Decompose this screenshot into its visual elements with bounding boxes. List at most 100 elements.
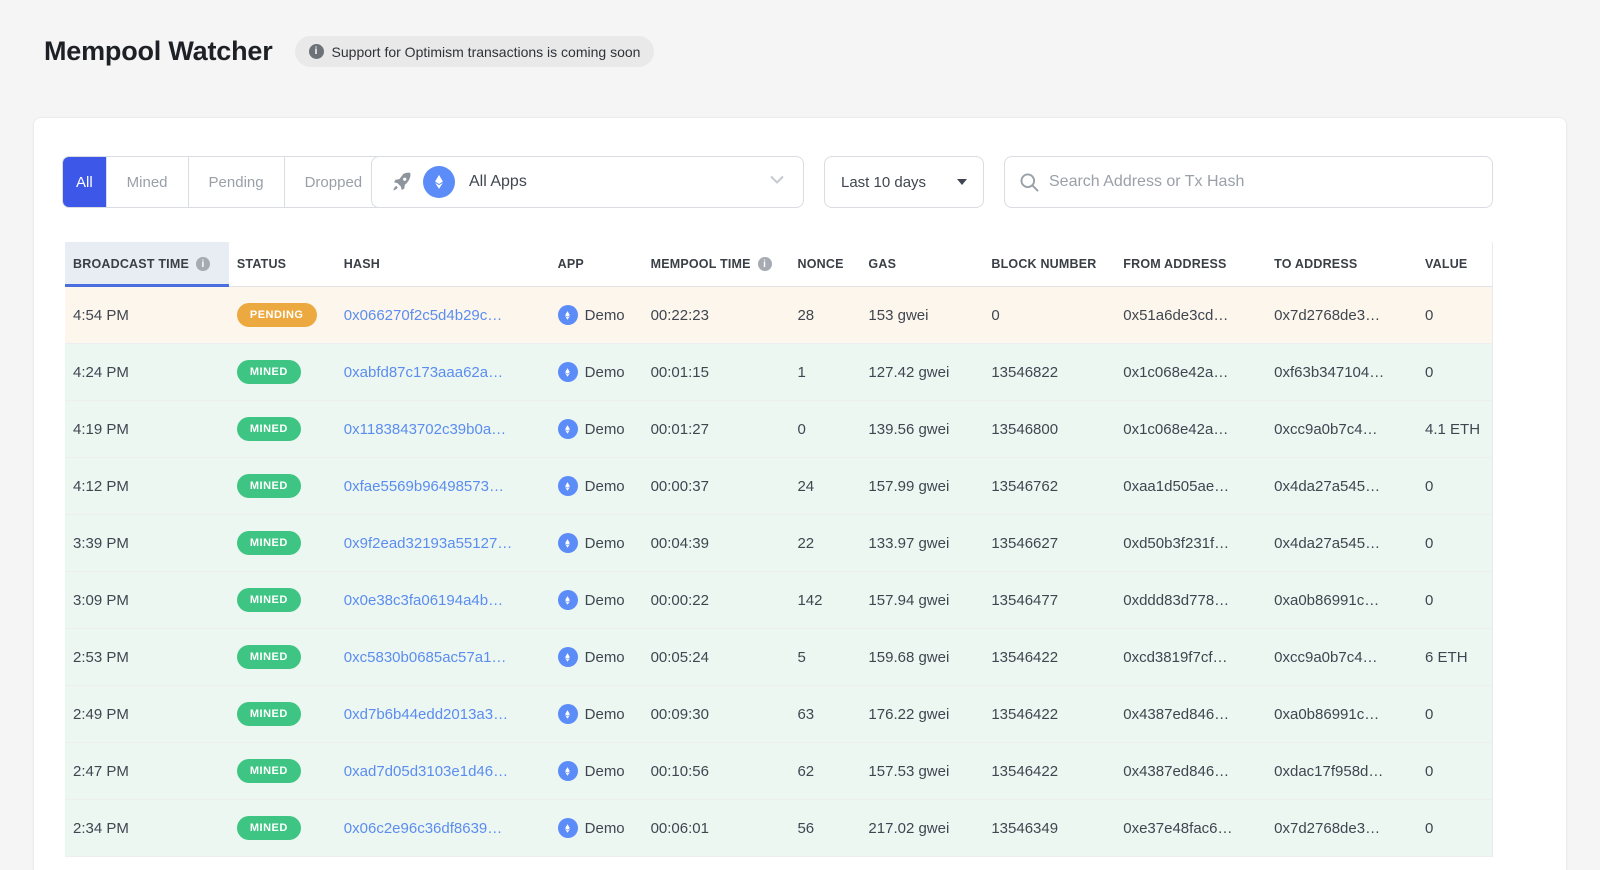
info-icon: i: [758, 257, 772, 271]
app-selector-dropdown[interactable]: All Apps: [371, 156, 804, 208]
app-cell: Demo: [550, 572, 643, 628]
to-address-cell: 0xa0b86991c…: [1266, 572, 1417, 628]
app-name: Demo: [585, 649, 625, 666]
col-header-value[interactable]: VALUE: [1417, 242, 1492, 286]
col-header-to-address[interactable]: TO ADDRESS: [1266, 242, 1417, 286]
app-name: Demo: [585, 820, 625, 837]
app-cell: Demo: [550, 686, 643, 742]
filter-tab-mined[interactable]: Mined: [106, 157, 188, 207]
mempool-time-cell: 00:01:15: [643, 344, 790, 400]
notice-text: Support for Optimism transactions is com…: [332, 44, 641, 60]
col-header-gas[interactable]: GAS: [860, 242, 983, 286]
broadcast-time-cell: 2:34 PM: [65, 800, 229, 856]
to-address-cell: 0x7d2768de3…: [1266, 800, 1417, 856]
block-number-cell: 13546822: [983, 344, 1115, 400]
from-address-cell: 0x4387ed846…: [1115, 686, 1266, 742]
tx-hash-link[interactable]: 0xad7d05d3103e1d46…: [344, 763, 508, 780]
tx-hash-link[interactable]: 0x06c2e96c36df8639…: [344, 820, 502, 837]
app-cell: Demo: [550, 401, 643, 457]
table-row: 2:47 PM MINED 0xad7d05d3103e1d46… Demo 0…: [65, 743, 1492, 800]
tx-hash-link[interactable]: 0xc5830b0685ac57a1…: [344, 649, 507, 666]
value-cell: 6 ETH: [1417, 629, 1492, 685]
mempool-time-cell: 00:01:27: [643, 401, 790, 457]
to-address-cell: 0x7d2768de3…: [1266, 287, 1417, 343]
broadcast-time-cell: 4:19 PM: [65, 401, 229, 457]
table-row: 4:24 PM MINED 0xabfd87c173aaa62a… Demo 0…: [65, 344, 1492, 401]
tx-hash-link[interactable]: 0xabfd87c173aaa62a…: [344, 364, 503, 381]
col-header-broadcast-time[interactable]: BROADCAST TIME i: [65, 242, 229, 286]
filter-tab-dropped[interactable]: Dropped: [284, 157, 383, 207]
col-header-hash[interactable]: HASH: [336, 242, 550, 286]
gas-cell: 217.02 gwei: [860, 800, 983, 856]
app-cell: Demo: [550, 515, 643, 571]
col-header-app[interactable]: APP: [550, 242, 643, 286]
value-cell: 4.1 ETH: [1417, 401, 1492, 457]
date-range-label: Last 10 days: [841, 174, 926, 191]
search-bar: [1004, 156, 1493, 208]
page-header: Mempool Watcher i Support for Optimism t…: [44, 36, 654, 67]
hash-cell: 0x06c2e96c36df8639…: [336, 800, 550, 856]
col-header-status[interactable]: STATUS: [229, 242, 336, 286]
caret-down-icon: [957, 179, 967, 185]
col-header-mempool-time[interactable]: MEMPOOL TIME i: [643, 242, 790, 286]
app-cell: Demo: [550, 629, 643, 685]
nonce-cell: 142: [789, 572, 860, 628]
value-cell: 0: [1417, 287, 1492, 343]
broadcast-time-cell: 3:39 PM: [65, 515, 229, 571]
block-number-cell: 13546422: [983, 629, 1115, 685]
status-cell: MINED: [229, 401, 336, 457]
from-address-cell: 0x1c068e42a…: [1115, 401, 1266, 457]
table-row: 4:12 PM MINED 0xfae5569b96498573… Demo 0…: [65, 458, 1492, 515]
hash-cell: 0x1183843702c39b0a…: [336, 401, 550, 457]
hash-cell: 0xabfd87c173aaa62a…: [336, 344, 550, 400]
filter-tab-pending[interactable]: Pending: [188, 157, 284, 207]
mempool-card: All Mined Pending Dropped All Apps: [33, 117, 1567, 870]
transactions-table: BROADCAST TIME i STATUS HASH APP MEMPOOL…: [65, 242, 1493, 857]
app-cell: Demo: [550, 287, 643, 343]
value-cell: 0: [1417, 572, 1492, 628]
mempool-time-cell: 00:09:30: [643, 686, 790, 742]
app-cell: Demo: [550, 458, 643, 514]
status-cell: MINED: [229, 458, 336, 514]
broadcast-time-cell: 4:24 PM: [65, 344, 229, 400]
eth-icon: [558, 704, 578, 724]
status-badge: MINED: [237, 759, 301, 783]
rocket-icon: [390, 171, 413, 194]
page-title: Mempool Watcher: [44, 36, 273, 67]
tx-hash-link[interactable]: 0xd7b6b44edd2013a3…: [344, 706, 508, 723]
app-name: Demo: [585, 535, 625, 552]
hash-cell: 0xfae5569b96498573…: [336, 458, 550, 514]
broadcast-time-cell: 2:47 PM: [65, 743, 229, 799]
mempool-time-cell: 00:06:01: [643, 800, 790, 856]
gas-cell: 153 gwei: [860, 287, 983, 343]
col-header-nonce[interactable]: NONCE: [789, 242, 860, 286]
col-header-block-number[interactable]: BLOCK NUMBER: [983, 242, 1115, 286]
eth-icon: [558, 590, 578, 610]
table-row: 2:49 PM MINED 0xd7b6b44edd2013a3… Demo 0…: [65, 686, 1492, 743]
status-badge: MINED: [237, 360, 301, 384]
status-badge: MINED: [237, 816, 301, 840]
tx-hash-link[interactable]: 0x0e38c3fa06194a4b…: [344, 592, 503, 609]
eth-icon: [558, 476, 578, 496]
tx-hash-link[interactable]: 0x066270f2c5d4b29c…: [344, 307, 502, 324]
status-cell: MINED: [229, 572, 336, 628]
search-input[interactable]: [1049, 173, 1478, 191]
mempool-time-cell: 00:22:23: [643, 287, 790, 343]
value-cell: 0: [1417, 458, 1492, 514]
col-header-from-address[interactable]: FROM ADDRESS: [1115, 242, 1266, 286]
tx-hash-link[interactable]: 0x9f2ead32193a55127…: [344, 535, 513, 552]
hash-cell: 0x0e38c3fa06194a4b…: [336, 572, 550, 628]
tx-hash-link[interactable]: 0xfae5569b96498573…: [344, 478, 504, 495]
app-name: Demo: [585, 307, 625, 324]
block-number-cell: 13546762: [983, 458, 1115, 514]
value-cell: 0: [1417, 686, 1492, 742]
tx-hash-link[interactable]: 0x1183843702c39b0a…: [344, 421, 506, 438]
date-range-dropdown[interactable]: Last 10 days: [824, 156, 984, 208]
filter-tab-all[interactable]: All: [63, 157, 106, 207]
from-address-cell: 0x1c068e42a…: [1115, 344, 1266, 400]
status-badge: MINED: [237, 474, 301, 498]
block-number-cell: 13546800: [983, 401, 1115, 457]
status-cell: MINED: [229, 686, 336, 742]
eth-icon: [558, 419, 578, 439]
table-row: 2:53 PM MINED 0xc5830b0685ac57a1… Demo 0…: [65, 629, 1492, 686]
